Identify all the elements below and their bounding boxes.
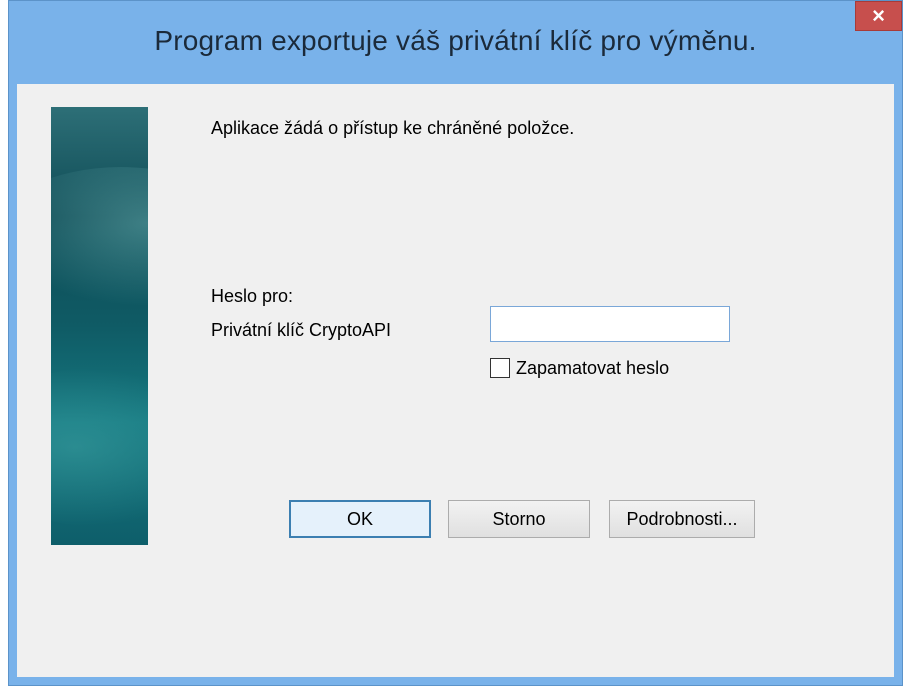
side-banner-image <box>51 107 148 545</box>
remember-password-label[interactable]: Zapamatovat heslo <box>516 358 669 379</box>
details-button[interactable]: Podrobnosti... <box>609 500 755 538</box>
dialog-body: Aplikace žádá o přístup ke chráněné polo… <box>17 84 894 677</box>
close-icon: × <box>872 3 885 28</box>
password-input[interactable] <box>490 306 730 342</box>
window-title: Program exportuje váš privátní klíč pro … <box>154 25 757 56</box>
title-bar[interactable]: Program exportuje váš privátní klíč pro … <box>9 1 902 81</box>
cancel-button[interactable]: Storno <box>448 500 590 538</box>
password-for-label: Heslo pro: <box>211 286 294 306</box>
ok-button[interactable]: OK <box>289 500 431 538</box>
close-button[interactable]: × <box>855 1 902 31</box>
checkbox-box[interactable] <box>490 358 510 378</box>
dialog-window: Program exportuje váš privátní klíč pro … <box>8 0 903 686</box>
request-text: Aplikace žádá o přístup ke chráněné polo… <box>211 118 575 138</box>
remember-password-checkbox[interactable]: Zapamatovat heslo <box>490 356 669 380</box>
key-name-label: Privátní klíč CryptoAPI <box>211 320 392 340</box>
